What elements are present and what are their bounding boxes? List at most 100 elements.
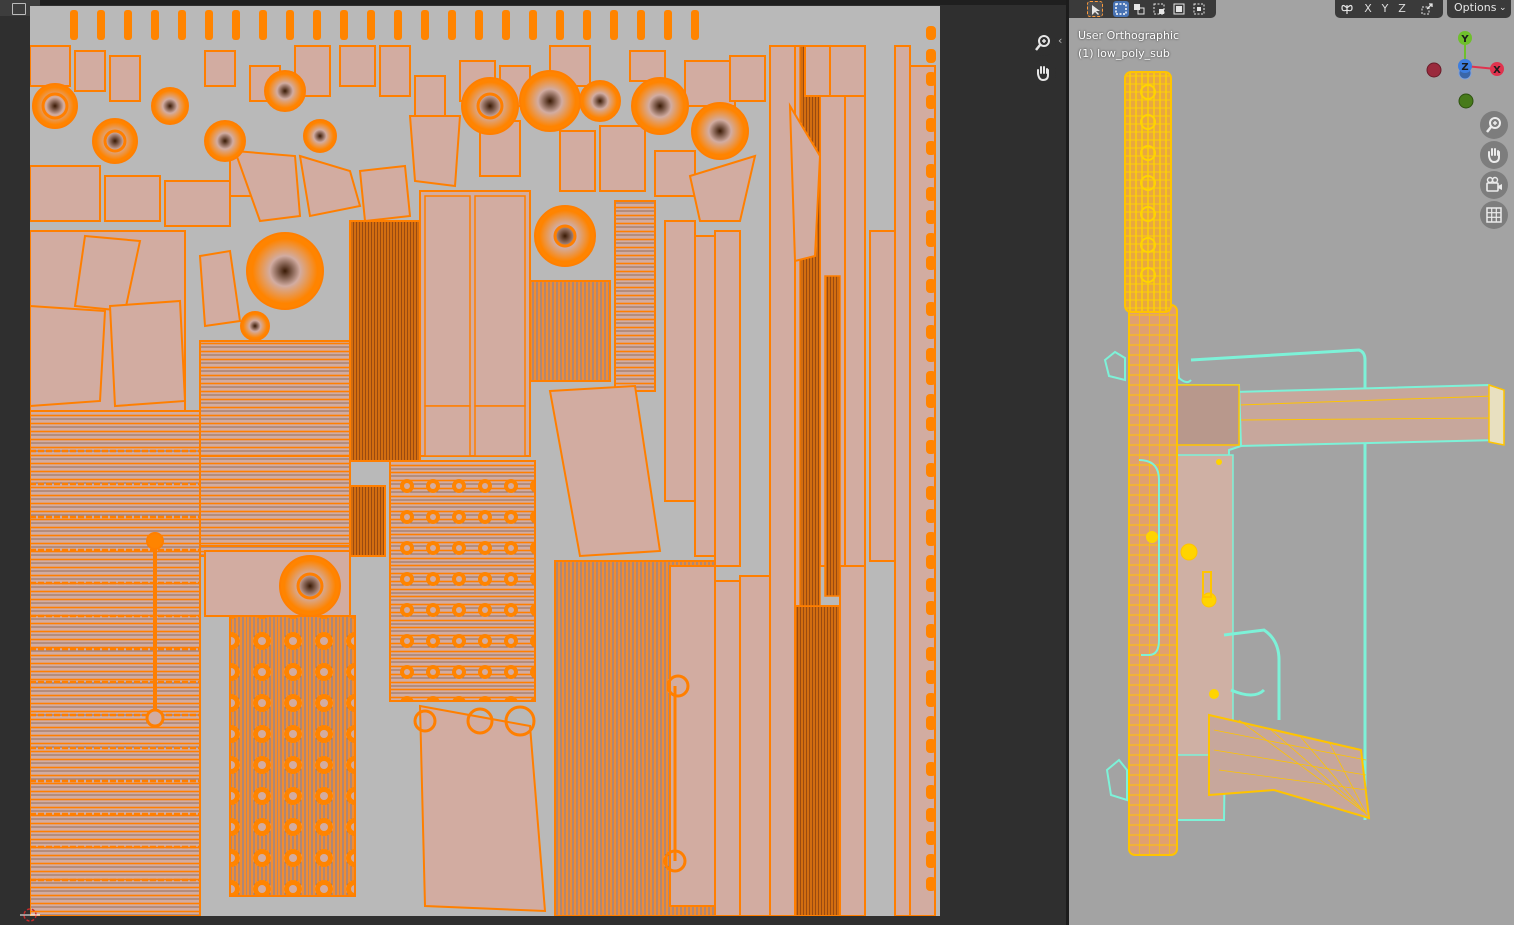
uv-island (926, 647, 936, 661)
uv-island (340, 10, 348, 40)
uv-editor[interactable]: ‹ (0, 0, 1066, 925)
uv-island (926, 279, 936, 293)
uv-island (629, 50, 666, 82)
pan-button[interactable] (1030, 60, 1056, 86)
options-dropdown[interactable]: Options ⌄ (1447, 0, 1511, 18)
select-box-button[interactable] (1113, 1, 1129, 17)
uv-island (614, 200, 656, 392)
uv-island (389, 460, 536, 702)
uv-island (926, 72, 936, 86)
snap-button[interactable] (1419, 1, 1435, 17)
uv-island (926, 95, 936, 109)
uv-island (264, 70, 306, 112)
uv-island (232, 10, 240, 40)
uv-island (109, 55, 141, 102)
uv-island (926, 440, 936, 454)
uv-island (654, 150, 696, 197)
uv-island (926, 256, 936, 270)
uv-island (729, 55, 766, 102)
zoom-button[interactable] (1030, 30, 1056, 56)
uv-island (178, 10, 186, 40)
uv-editor-header (0, 0, 1066, 5)
uv-island (669, 565, 716, 907)
uv-island (240, 311, 270, 341)
uv-island (229, 615, 356, 897)
uv-island (164, 180, 231, 227)
uv-island (259, 10, 267, 40)
uv-island (279, 555, 341, 617)
uv-island (199, 455, 351, 547)
uv-island (926, 486, 936, 500)
uv-island (349, 220, 421, 462)
select-invert-icon (1173, 3, 1185, 15)
axis-z-toggle[interactable]: Z (1394, 1, 1410, 17)
uv-island (556, 10, 564, 40)
mirror-button[interactable] (1339, 1, 1355, 17)
gizmo-x-label: X (1493, 65, 1501, 76)
uv-island (30, 45, 71, 87)
projection-toggle-button[interactable] (1480, 201, 1508, 229)
uv-island (474, 195, 526, 407)
uv-island (926, 578, 936, 592)
uv-island (824, 275, 841, 597)
select-subtract-button[interactable] (1151, 1, 1167, 17)
uv-island (502, 10, 510, 40)
active-object-label: (1) low_poly_sub (1078, 47, 1170, 60)
uv-island (519, 70, 581, 132)
uv-island (926, 325, 936, 339)
navigation-gizmo[interactable]: Y Z X (1424, 28, 1514, 112)
gizmo-neg-x-icon[interactable] (1426, 62, 1442, 78)
uv-island (474, 405, 526, 457)
gizmo-y-label: Y (1460, 34, 1469, 45)
select-cursor-button[interactable] (1087, 1, 1103, 17)
select-extend-button[interactable] (1131, 1, 1147, 17)
uv-island (829, 45, 866, 97)
axis-y-toggle[interactable]: Y (1377, 1, 1393, 17)
uv-island (92, 118, 138, 164)
butterfly-icon (1341, 4, 1353, 14)
uv-island (146, 532, 164, 550)
uv-island (349, 485, 386, 557)
viewport-pan-button[interactable] (1480, 141, 1508, 169)
uv-island (104, 175, 161, 222)
uv-island (926, 371, 936, 385)
uv-island (926, 785, 936, 799)
select-subtract-icon (1153, 3, 1165, 15)
uv-island (583, 10, 591, 40)
uv-island (926, 854, 936, 868)
chevron-down-icon: ⌄ (1499, 3, 1507, 13)
snap-magnet-icon (1421, 3, 1433, 15)
uv-island (204, 120, 246, 162)
uv-island (124, 10, 132, 40)
uv-island (145, 708, 165, 728)
uv-island (926, 739, 936, 753)
uv-island (579, 80, 621, 122)
uv-island (926, 509, 936, 523)
select-intersect-button[interactable] (1191, 1, 1207, 17)
camera-view-button[interactable] (1480, 171, 1508, 199)
uv-island (926, 118, 936, 132)
uv-island (475, 10, 483, 40)
uv-island (789, 605, 841, 916)
select-invert-button[interactable] (1171, 1, 1187, 17)
viewport-zoom-button[interactable] (1480, 111, 1508, 139)
uv-canvas[interactable] (30, 6, 940, 916)
uv-island (839, 565, 866, 916)
select-box-icon (1115, 3, 1127, 15)
axis-x-toggle[interactable]: X (1360, 1, 1376, 17)
uv-island (926, 555, 936, 569)
uv-island (298, 154, 362, 218)
uv-island (926, 141, 936, 155)
uv-island (926, 693, 936, 707)
uv-island (529, 10, 537, 40)
uv-island (926, 716, 936, 730)
hand-pan-icon (1488, 148, 1500, 164)
3d-viewport[interactable]: X Y Z Options ⌄ User Orthographic (1) lo… (1069, 0, 1514, 925)
collapse-toggle[interactable]: ‹ (1058, 34, 1066, 48)
2d-cursor-icon[interactable] (20, 905, 40, 925)
uv-island (926, 601, 936, 615)
image-editor-icon (12, 3, 26, 15)
uv-island (691, 10, 699, 40)
gizmo-neg-y-icon[interactable] (1458, 93, 1474, 109)
uv-island (30, 410, 201, 916)
